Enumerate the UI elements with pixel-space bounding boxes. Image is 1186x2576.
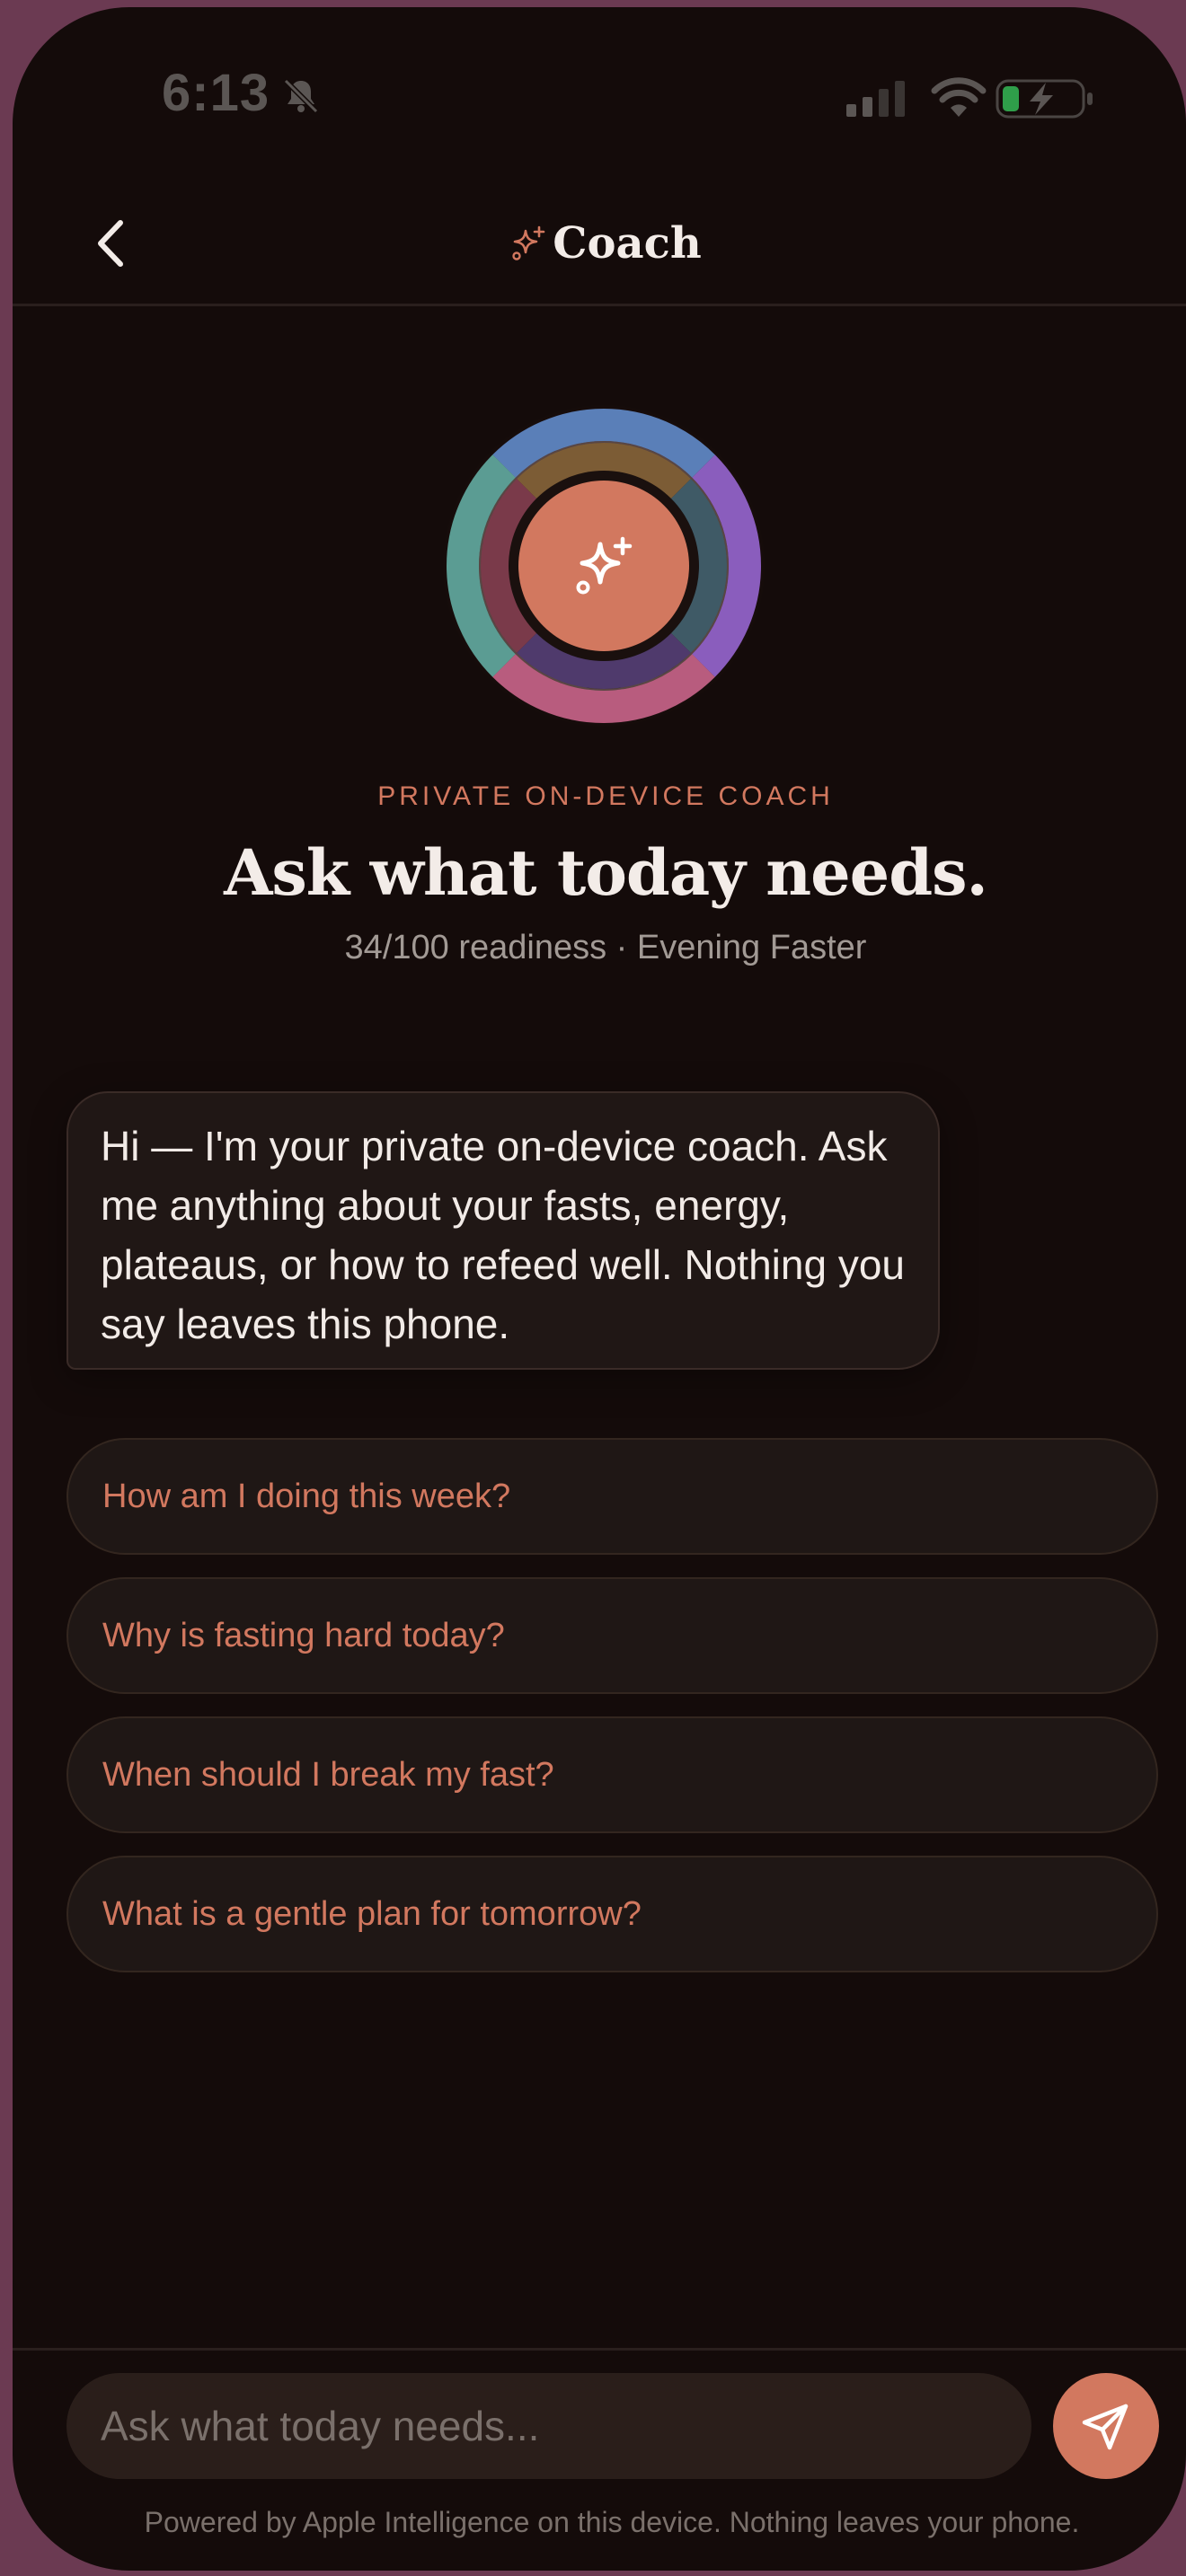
app-screen: 6:13 Coach PRIVATE ON-DEVICE COACH Ask w… [13, 7, 1186, 2571]
sparkles-icon [512, 225, 545, 260]
cellular-signal-icon [846, 81, 905, 117]
suggestion-chip[interactable]: What is a gentle plan for tomorrow? [66, 1856, 1158, 1972]
suggestion-chip[interactable]: Why is fasting hard today? [66, 1577, 1158, 1694]
suggestion-chip[interactable]: When should I break my fast? [66, 1716, 1158, 1833]
readiness-ring [442, 404, 766, 728]
readiness-subtitle: 34/100 readiness · Evening Faster [344, 929, 867, 966]
page-title: Coach [553, 218, 702, 269]
header: Coach [13, 212, 1186, 275]
paper-plane-icon [1082, 2404, 1128, 2450]
message-input[interactable] [66, 2373, 1031, 2479]
battery-charging-icon [996, 79, 1093, 119]
send-button[interactable] [1053, 2373, 1159, 2479]
suggestion-chip[interactable]: How am I doing this week? [66, 1438, 1158, 1555]
status-time: 6:13 [162, 64, 270, 122]
header-divider [13, 304, 1186, 306]
hero-title: Ask what today needs. [224, 835, 988, 910]
hero-kicker: PRIVATE ON-DEVICE COACH [377, 781, 834, 811]
wifi-icon [931, 77, 987, 117]
assistant-message: Hi — I'm your private on-device coach. A… [66, 1091, 940, 1370]
bell-muted-icon [283, 78, 319, 114]
privacy-footnote: Powered by Apple Intelligence on this de… [144, 2506, 1080, 2538]
composer-divider [13, 2348, 1186, 2351]
